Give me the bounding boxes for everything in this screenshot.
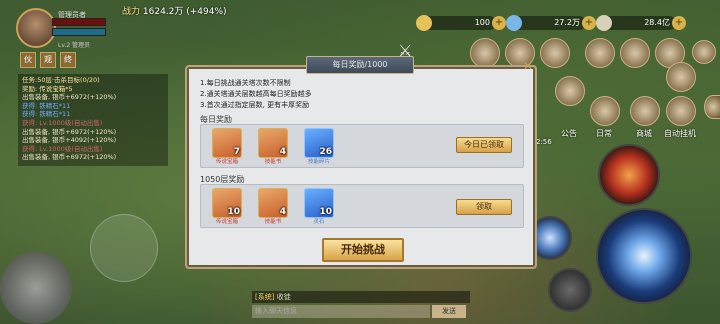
gold-icon [416, 15, 432, 31]
power-value: 1624.2万 (+494%) [142, 7, 227, 17]
menu-icon-3[interactable] [540, 38, 570, 68]
item-count: 7 [233, 147, 240, 157]
power-label: 战力 [122, 7, 141, 17]
claimed-today-button[interactable]: 今日已领取 [456, 137, 512, 153]
task-line: 奖励: 传说宝箱*5 [22, 84, 73, 93]
item-count: 26 [319, 147, 332, 157]
gold-value: 100 [474, 18, 490, 27]
task-log[interactable]: 任务:50层·击杀目标(0/20) 奖励: 传说宝箱*5 出售装备, 银币+69… [18, 74, 168, 166]
item-count: 10 [319, 207, 332, 217]
menu-icon-4[interactable] [585, 38, 615, 68]
book-icon[interactable]: 4 技能书 [258, 128, 288, 165]
menu-icon-7[interactable] [692, 40, 716, 64]
task-line: 获得: Lv.1000级(自动出售) [22, 118, 103, 127]
gold-resource: 100 + [416, 15, 506, 31]
task-line: 任务:50层·击杀目标(0/20) [22, 76, 100, 84]
book-icon[interactable]: 4 技能书 [258, 188, 288, 225]
item-label: 灵石 [313, 219, 325, 225]
skill-slot-button[interactable] [548, 268, 592, 312]
task-line: 出售装备, 银币+6972(+120%) [22, 153, 117, 162]
item-label: 传说宝箱 [215, 219, 238, 225]
start-challenge-button[interactable]: 开始挑战 [322, 238, 404, 262]
task-line: 出售装备, 银币+6972(+120%) [22, 127, 117, 136]
add-gold-button[interactable]: + [492, 16, 506, 30]
combat-power: 战力 1624.2万 (+494%) [122, 4, 227, 17]
task-line: 获得: Lv.1000级(自动出售) [22, 144, 103, 153]
send-button[interactable]: 发送 [432, 305, 466, 318]
left-button-2[interactable]: 终 [60, 52, 76, 68]
auto-battle-label: 自动挂机 [664, 129, 696, 138]
chat-channel: [系统] [255, 293, 275, 301]
pouch-icon[interactable]: 26 技能碎片 [304, 128, 334, 165]
timer: 2:56 [536, 138, 552, 146]
rule-line: 2.通关塔通关层数越高每日奖励越多 [200, 90, 312, 98]
mp-bar [52, 28, 106, 36]
joystick[interactable] [90, 214, 158, 282]
silver-icon [596, 15, 612, 31]
attack-button[interactable] [596, 208, 692, 304]
player-name: 管理员者 [58, 11, 86, 19]
item-label: 技能书 [264, 159, 282, 165]
dialog-title: 每日奖励/1000 [306, 56, 414, 74]
chat-input[interactable]: 输入聊天信息 [252, 305, 430, 318]
player-level: Lv.2 管理员 [58, 42, 91, 49]
chest-icon[interactable]: 10 传说宝箱 [212, 188, 242, 225]
item-label: 技能碎片 [307, 159, 330, 165]
rules-text: 1.每日挑战通关塔次数不限制 2.通关塔通关层数越高每日奖励越多 3.首次通过指… [200, 78, 312, 111]
left-button-1[interactable]: 观 [40, 52, 56, 68]
fire-skill-button[interactable] [598, 144, 660, 206]
task-line: 获得: 铁精石*11 [22, 110, 71, 119]
chat-message[interactable]: [系统] 收徒 [252, 291, 470, 303]
item-count: 10 [227, 207, 240, 217]
task-line: 获得: 铁精石*11 [22, 101, 71, 110]
sack-icon[interactable]: 10 灵石 [304, 188, 334, 225]
menu-icon-1[interactable] [470, 38, 500, 68]
daily-label: 日常 [596, 129, 612, 138]
menu-icon-5[interactable] [620, 38, 650, 68]
auto-battle-icon[interactable] [666, 96, 696, 126]
expand-menu-icon[interactable] [704, 95, 720, 119]
task-line: 出售装备, 银币+4092(+120%) [22, 136, 117, 145]
item-count: 4 [279, 147, 286, 157]
ingot-value: 27.2万 [554, 18, 580, 27]
close-icon[interactable]: ✕ [520, 58, 536, 74]
claim-button[interactable]: 领取 [456, 199, 512, 215]
item-label: 技能书 [264, 219, 282, 225]
item-label: 传说宝箱 [215, 159, 238, 165]
chest-icon[interactable]: 7 传说宝箱 [212, 128, 242, 165]
daily-icon[interactable] [590, 96, 620, 126]
shop-label: 商城 [636, 129, 652, 138]
task-line: 出售装备, 银币+6972(+120%) [22, 93, 117, 102]
left-button-0[interactable]: 伙 [20, 52, 36, 68]
item-count: 4 [279, 207, 286, 217]
player-avatar[interactable] [16, 8, 56, 48]
shop-icon[interactable] [630, 96, 660, 126]
add-ingot-button[interactable]: + [582, 16, 596, 30]
stone-platform [0, 252, 72, 324]
add-silver-button[interactable]: + [672, 16, 686, 30]
rule-line: 1.每日挑战通关塔次数不限制 [200, 79, 291, 87]
menu-icon-8[interactable] [666, 62, 696, 92]
ingot-icon [506, 15, 522, 31]
ingot-resource: 27.2万 + [506, 15, 596, 31]
notice-icon[interactable] [555, 76, 585, 106]
silver-resource: 28.4亿 + [596, 15, 686, 31]
notice-label: 公告 [561, 129, 577, 138]
rule-line: 3.首次通过指定层数, 更有丰厚奖励 [200, 101, 310, 109]
chat-text: 收徒 [276, 293, 291, 301]
silver-value: 28.4亿 [644, 18, 670, 27]
